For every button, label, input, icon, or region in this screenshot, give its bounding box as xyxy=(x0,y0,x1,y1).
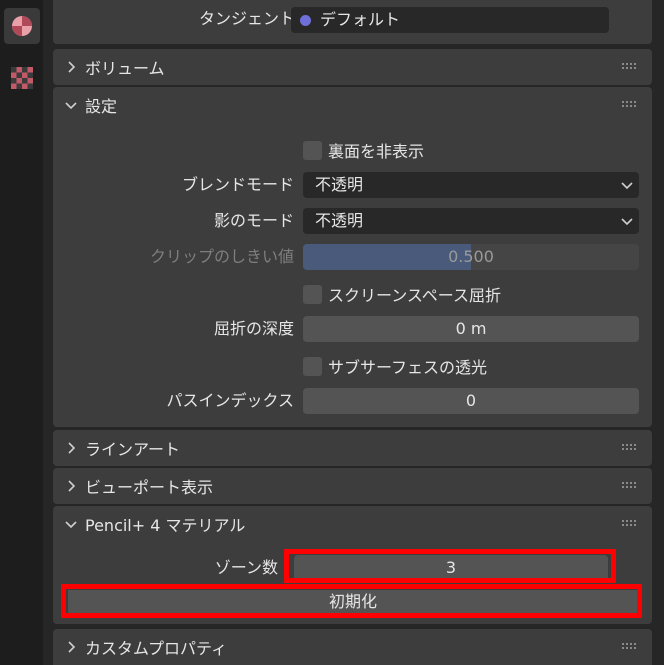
drag-grip-icon[interactable] xyxy=(622,482,638,490)
checkbox-box[interactable] xyxy=(303,356,322,376)
clip-threshold-label: クリップのしきい値 xyxy=(149,247,294,266)
chevron-down-icon xyxy=(65,518,77,530)
clip-threshold-slider[interactable]: 0.500 xyxy=(303,244,639,270)
drag-grip-icon[interactable] xyxy=(622,101,638,109)
panel-title: ボリューム xyxy=(85,59,165,78)
backface-checkbox[interactable]: 裏面を非表示 xyxy=(303,139,424,161)
sss-translucency-checkbox[interactable]: サブサーフェスの透光 xyxy=(303,355,487,377)
blend-mode-value: 不透明 xyxy=(315,175,364,194)
panel-pencil-header[interactable]: Pencil+ 4 マテリアル xyxy=(53,506,652,542)
panel-title: ラインアート xyxy=(85,440,181,459)
chevron-right-icon xyxy=(65,61,77,73)
material-icon xyxy=(12,16,32,36)
panel-title: ビューポート表示 xyxy=(85,478,214,497)
chevron-right-icon xyxy=(65,480,77,492)
shadow-mode-select[interactable]: 不透明 xyxy=(303,208,639,234)
backface-label: 裏面を非表示 xyxy=(328,142,425,161)
drag-grip-icon[interactable] xyxy=(622,444,638,452)
shadow-mode-value: 不透明 xyxy=(315,211,364,230)
chevron-right-icon xyxy=(65,442,77,454)
texture-tab[interactable] xyxy=(4,60,40,96)
panel-settings: 設定 裏面を非表示 ブレンドモード 不透明 影のモード 不透明 クリップのしきい… xyxy=(53,87,652,427)
panel-title: 設定 xyxy=(85,97,118,116)
refraction-depth-label: 屈折の深度 xyxy=(213,319,294,338)
tangent-panel: タンジェント デフォルト xyxy=(53,0,652,44)
properties-tab-bar xyxy=(0,0,43,665)
blend-mode-label: ブレンドモード xyxy=(181,175,294,194)
pass-index-field[interactable]: 0 xyxy=(303,388,639,414)
highlight-zones-field xyxy=(284,549,616,583)
socket-dot-icon xyxy=(300,15,311,26)
checkbox-box[interactable] xyxy=(303,140,322,160)
highlight-reset-button xyxy=(61,584,642,618)
blend-mode-select[interactable]: 不透明 xyxy=(303,172,639,198)
drag-grip-icon[interactable] xyxy=(622,63,638,71)
panel-viewport-display[interactable]: ビューポート表示 xyxy=(53,468,652,504)
slider-fill xyxy=(303,244,471,270)
panel-title: Pencil+ 4 マテリアル xyxy=(85,516,246,535)
panel-settings-header[interactable]: 設定 xyxy=(53,87,652,123)
panel-title: カスタムプロパティ xyxy=(85,639,228,658)
screen-refraction-checkbox[interactable]: スクリーンスペース屈折 xyxy=(303,283,501,305)
shadow-mode-label: 影のモード xyxy=(213,211,294,230)
screen-refraction-label: スクリーンスペース屈折 xyxy=(328,286,501,305)
clip-threshold-value: 0.500 xyxy=(448,247,494,266)
refraction-depth-value: 0 m xyxy=(455,319,487,338)
chevron-right-icon xyxy=(65,641,77,653)
pass-index-value: 0 xyxy=(465,391,477,410)
chevron-down-icon xyxy=(65,99,77,111)
material-tab[interactable] xyxy=(4,8,40,44)
tangent-field[interactable]: デフォルト xyxy=(291,7,609,33)
tangent-value: デフォルト xyxy=(320,10,401,29)
panel-volume[interactable]: ボリューム xyxy=(53,49,652,85)
refraction-depth-field[interactable]: 0 m xyxy=(303,316,639,342)
checkbox-box[interactable] xyxy=(303,284,322,304)
chevron-down-icon xyxy=(621,182,633,190)
drag-grip-icon[interactable] xyxy=(622,520,638,528)
drag-grip-icon[interactable] xyxy=(622,643,638,651)
tangent-label: タンジェント xyxy=(198,9,295,28)
checker-texture-icon xyxy=(11,67,33,89)
pass-index-label: パスインデックス xyxy=(166,391,294,410)
sss-translucency-label: サブサーフェスの透光 xyxy=(328,358,488,377)
zones-label: ゾーン数 xyxy=(214,558,278,577)
panel-custom-properties[interactable]: カスタムプロパティ xyxy=(53,629,652,665)
chevron-down-icon xyxy=(621,218,633,226)
panel-lineart[interactable]: ラインアート xyxy=(53,430,652,466)
